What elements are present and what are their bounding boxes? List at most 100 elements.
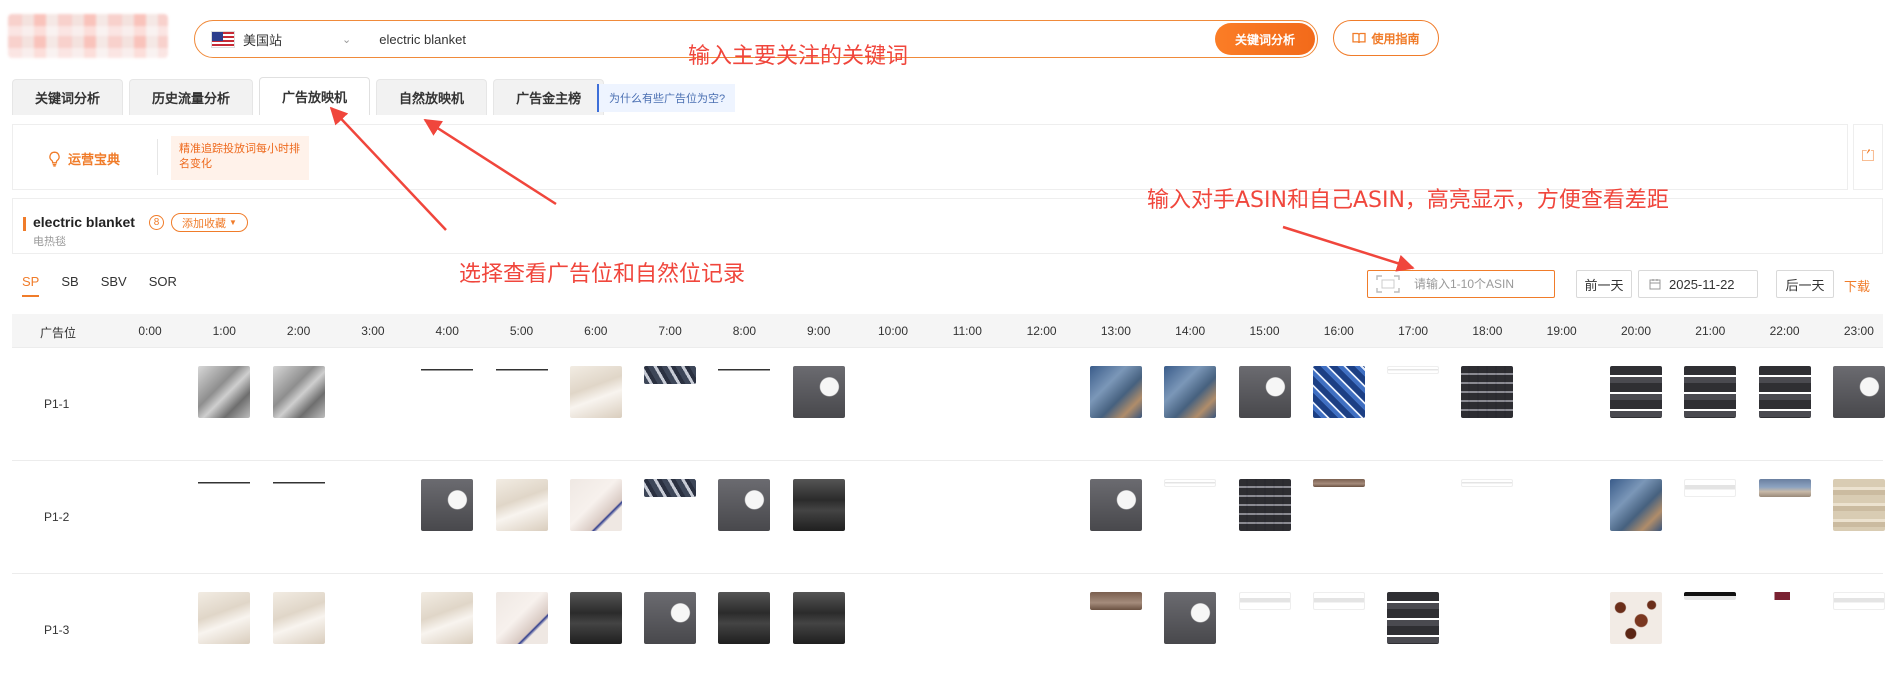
product-thumbnail[interactable] [495, 592, 548, 644]
keyword-annotation: 输入主要关注的关键词 [688, 44, 909, 69]
product-thumbnail[interactable] [1610, 592, 1662, 644]
tip-label: 运营宝典 [47, 149, 120, 168]
hour-label: 21:00 [1695, 324, 1726, 338]
product-thumbnail[interactable] [272, 479, 325, 487]
hour-label: 15:00 [1249, 324, 1280, 338]
product-thumbnail[interactable] [1312, 592, 1365, 610]
product-thumbnail[interactable] [792, 366, 845, 418]
date-picker[interactable]: 2025-11-22 [1638, 270, 1758, 298]
scan-icon [1376, 275, 1400, 293]
product-thumbnail[interactable] [1461, 479, 1514, 487]
tab-1[interactable]: 历史流量分析 [129, 79, 254, 115]
divider [157, 139, 158, 175]
tab-3[interactable]: 自然放映机 [376, 79, 488, 115]
hour-label: 23:00 [1843, 324, 1874, 338]
product-thumbnail[interactable] [421, 366, 474, 374]
product-thumbnail[interactable] [569, 592, 622, 644]
product-thumbnail[interactable] [792, 479, 845, 531]
asin-input-box[interactable] [1367, 270, 1555, 298]
add-favorite-button[interactable]: 添加收藏 ▼ [171, 213, 248, 232]
product-thumbnail[interactable] [792, 592, 845, 644]
hour-label: 14:00 [1175, 324, 1206, 338]
ad-type-sp[interactable]: SP [22, 274, 40, 297]
keyword-analyze-button[interactable]: 关键词分析 [1215, 23, 1315, 55]
product-thumbnail[interactable] [272, 592, 325, 644]
product-thumbnail[interactable] [421, 479, 474, 531]
hour-label: 17:00 [1398, 324, 1429, 338]
product-thumbnail[interactable] [198, 479, 251, 487]
product-thumbnail[interactable] [1461, 366, 1514, 418]
product-thumbnail[interactable] [718, 592, 771, 644]
tab-annotation: 选择查看广告位和自然位记录 [459, 262, 746, 287]
product-thumbnail[interactable] [569, 366, 622, 418]
product-thumbnail[interactable] [1164, 592, 1217, 644]
product-thumbnail[interactable] [1610, 479, 1662, 531]
product-thumbnail[interactable] [718, 479, 771, 531]
ad-type-sbv[interactable]: SBV [101, 274, 127, 297]
hour-label: 4:00 [435, 324, 459, 338]
product-thumbnail[interactable] [421, 592, 474, 644]
product-thumbnail[interactable] [1684, 592, 1737, 600]
product-thumbnail[interactable] [1387, 592, 1440, 644]
product-thumbnail[interactable] [1832, 366, 1885, 418]
book-icon [1352, 32, 1367, 44]
product-thumbnail[interactable] [1684, 479, 1737, 497]
product-thumbnail[interactable] [198, 592, 251, 644]
accent-bar [23, 217, 26, 231]
product-thumbnail[interactable] [198, 366, 251, 418]
station-select[interactable]: 美国站 [243, 30, 282, 49]
position-row: P1-2 [12, 461, 1885, 574]
product-thumbnail[interactable] [1238, 592, 1291, 610]
user-guide-button[interactable]: 使用指南 [1333, 20, 1439, 56]
caret-down-icon: ▼ [229, 218, 237, 227]
download-link[interactable]: 下载 [1844, 276, 1870, 295]
product-thumbnail[interactable] [495, 366, 548, 374]
tab-4[interactable]: 广告金主榜 [493, 79, 605, 115]
brand-logo [8, 14, 168, 58]
next-day-button[interactable]: 后一天 [1776, 270, 1834, 298]
product-thumbnail[interactable] [644, 479, 697, 497]
ad-type-filters: SP SB SBV SOR [22, 274, 177, 297]
product-thumbnail[interactable] [1312, 366, 1365, 418]
tab-2[interactable]: 广告放映机 [259, 77, 371, 115]
position-label: P1-1 [44, 397, 70, 411]
ad-type-sor[interactable]: SOR [149, 274, 177, 297]
product-thumbnail[interactable] [718, 366, 771, 374]
hour-label: 10:00 [877, 324, 909, 338]
product-thumbnail[interactable] [1238, 479, 1291, 531]
hour-label: 19:00 [1546, 324, 1577, 338]
product-thumbnail[interactable] [1089, 366, 1142, 418]
product-thumbnail[interactable] [1758, 592, 1811, 600]
product-thumbnail[interactable] [1832, 479, 1885, 531]
tab-0[interactable]: 关键词分析 [12, 79, 124, 115]
position-row: P1-1 [12, 348, 1885, 461]
asin-input[interactable] [1414, 277, 1544, 291]
collapse-toggle-button[interactable]: ⏍ [1853, 124, 1883, 190]
product-thumbnail[interactable] [1238, 366, 1291, 418]
product-thumbnail[interactable] [1164, 479, 1217, 487]
position-label: P1-2 [44, 510, 70, 524]
prev-day-button[interactable]: 前一天 [1576, 270, 1632, 298]
chevron-down-icon[interactable]: ⌄ [342, 33, 351, 46]
product-thumbnail[interactable] [1758, 479, 1811, 497]
product-thumbnail[interactable] [1610, 366, 1662, 418]
product-thumbnail[interactable] [1312, 479, 1365, 487]
main-tabs: 关键词分析 历史流量分析 广告放映机 自然放映机 广告金主榜 [12, 77, 605, 115]
product-thumbnail[interactable] [495, 479, 548, 531]
product-thumbnail[interactable] [1164, 366, 1217, 418]
user-guide-label: 使用指南 [1371, 31, 1420, 46]
product-thumbnail[interactable] [1089, 592, 1142, 610]
product-thumbnail[interactable] [1832, 592, 1885, 610]
hour-label: 9:00 [807, 324, 831, 338]
empty-slot-tip-link[interactable]: 为什么有些广告位为空? [597, 84, 736, 112]
product-thumbnail[interactable] [1758, 366, 1811, 418]
product-thumbnail[interactable] [1387, 366, 1440, 374]
product-thumbnail[interactable] [1089, 479, 1142, 531]
product-thumbnail[interactable] [1684, 366, 1737, 418]
product-thumbnail[interactable] [644, 592, 697, 644]
ad-type-sb[interactable]: SB [61, 274, 78, 297]
hour-label: 12:00 [1026, 324, 1057, 338]
product-thumbnail[interactable] [569, 479, 622, 531]
product-thumbnail[interactable] [644, 366, 697, 384]
product-thumbnail[interactable] [272, 366, 325, 418]
